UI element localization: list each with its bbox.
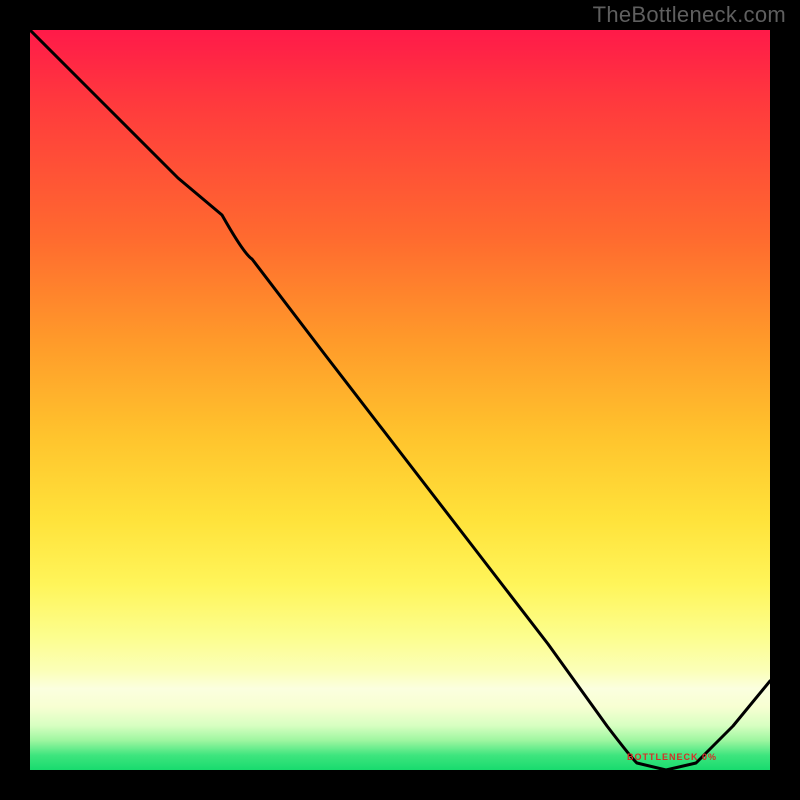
plot-area: BOTTLENECK 0% xyxy=(30,30,770,770)
chart-container: TheBottleneck.com BOTTLENECK 0% xyxy=(0,0,800,800)
optimal-zone-label: BOTTLENECK 0% xyxy=(627,752,717,762)
bottleneck-curve xyxy=(30,30,770,770)
source-watermark: TheBottleneck.com xyxy=(593,2,786,28)
